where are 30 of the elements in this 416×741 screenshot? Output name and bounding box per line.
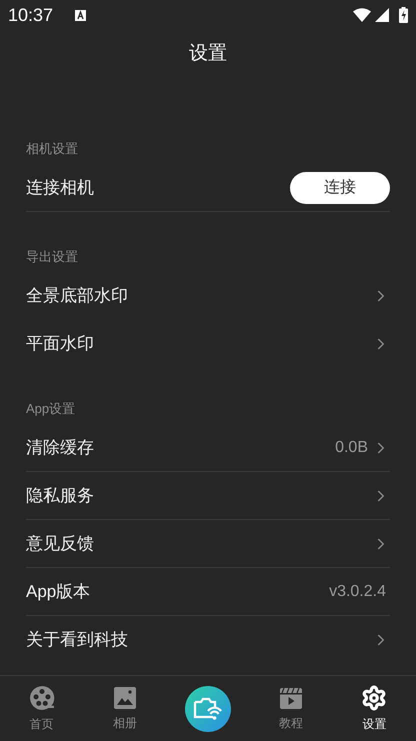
section-header: 相机设置 xyxy=(26,140,78,158)
wifi-icon xyxy=(353,8,371,22)
notification-icon xyxy=(75,10,86,20)
nav-tab[interactable]: 教程 xyxy=(250,686,333,732)
row-value: 0.0B xyxy=(335,438,368,458)
row-label: 连接相机 xyxy=(26,176,95,199)
section-header: App设置 xyxy=(26,400,76,418)
image-icon xyxy=(112,686,137,710)
section-header: 导出设置 xyxy=(26,248,78,266)
camera-wifi-icon xyxy=(193,696,223,720)
settings-icon xyxy=(361,684,388,710)
row-value: v3.0.2.4 xyxy=(329,582,386,602)
connect-button[interactable]: 连接 xyxy=(290,172,390,204)
nav-tab[interactable]: 首页 xyxy=(0,684,84,732)
film-reel-icon xyxy=(28,684,55,710)
nav-tab[interactable]: 设置 xyxy=(332,684,416,732)
row-label: App版本 xyxy=(26,580,92,603)
row-label: 全景底部水印 xyxy=(26,285,129,308)
signal-icon xyxy=(375,8,389,22)
row-label: 关于看到科技 xyxy=(26,629,129,652)
row-label: 隐私服务 xyxy=(26,484,95,507)
status-time: 10:37 xyxy=(8,4,54,26)
page-title: 设置 xyxy=(189,42,227,66)
row-label: 意见反馈 xyxy=(26,532,95,555)
row-label: 清除缓存 xyxy=(26,436,95,459)
nav-tab[interactable]: 相册 xyxy=(83,686,166,732)
camera-wifi-button[interactable] xyxy=(185,686,231,732)
clapperboard-icon xyxy=(279,686,304,710)
battery-icon xyxy=(399,7,408,23)
row-label: 平面水印 xyxy=(26,333,95,356)
